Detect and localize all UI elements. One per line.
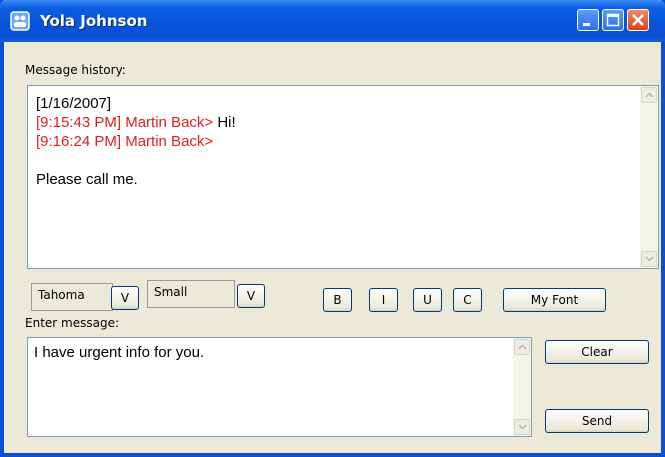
chevron-up-icon [645,92,654,98]
chevron-down-icon [518,424,527,430]
size-dropdown-button[interactable]: V [237,284,265,308]
history-label: Message history: [25,63,126,77]
my-font-button[interactable]: My Font [503,288,606,312]
messenger-app-icon [10,11,30,31]
window-title: Yola Johnson [40,12,148,30]
font-dropdown-button[interactable]: V [111,286,139,310]
maximize-icon [606,13,620,27]
color-button[interactable]: C [453,288,482,312]
message-history-panel[interactable]: [1/16/2007] [9:15:43 PM] Martin Back> Hi… [27,85,659,269]
history-date: [1/16/2007] [36,95,112,112]
close-icon [632,14,644,26]
minimize-button[interactable] [577,9,599,31]
compose-label: Enter message: [25,316,119,330]
history-content: [1/16/2007] [9:15:43 PM] Martin Back> Hi… [36,94,236,189]
history-message: [9:15:43 PM] Martin Back> Hi! [36,113,236,132]
maximize-button[interactable] [602,9,624,31]
history-scrollbar[interactable] [640,86,658,268]
chat-window: Yola Johnson Message history: [1/16/2007… [0,0,665,457]
scroll-down-button[interactable] [641,251,657,267]
font-name-field[interactable]: Tahoma [31,283,113,311]
message-stamp: [9:15:43 PM] Martin Back> [36,114,214,131]
history-body: Please call me. [36,171,138,188]
bold-button[interactable]: B [323,288,352,312]
scroll-down-button[interactable] [514,419,530,435]
chevron-up-icon [518,344,527,350]
input-scrollbar[interactable] [513,338,531,436]
title-bar[interactable]: Yola Johnson [0,0,665,42]
message-input[interactable]: I have urgent info for you. [27,337,532,437]
font-size-field[interactable]: Small [147,280,235,308]
send-button[interactable]: Send [545,409,649,433]
scroll-up-button[interactable] [514,339,530,355]
italic-button[interactable]: I [369,288,398,312]
chevron-down-icon [645,256,654,262]
history-message: [9:16:24 PM] Martin Back> [36,132,236,151]
message-input-value: I have urgent info for you. [34,344,205,361]
clear-button[interactable]: Clear [545,340,649,364]
message-stamp: [9:16:24 PM] Martin Back> [36,133,214,150]
scroll-up-button[interactable] [641,87,657,103]
minimize-icon [583,23,590,26]
message-text: Hi! [213,114,236,131]
close-button[interactable] [627,9,649,31]
underline-button[interactable]: U [413,288,442,312]
